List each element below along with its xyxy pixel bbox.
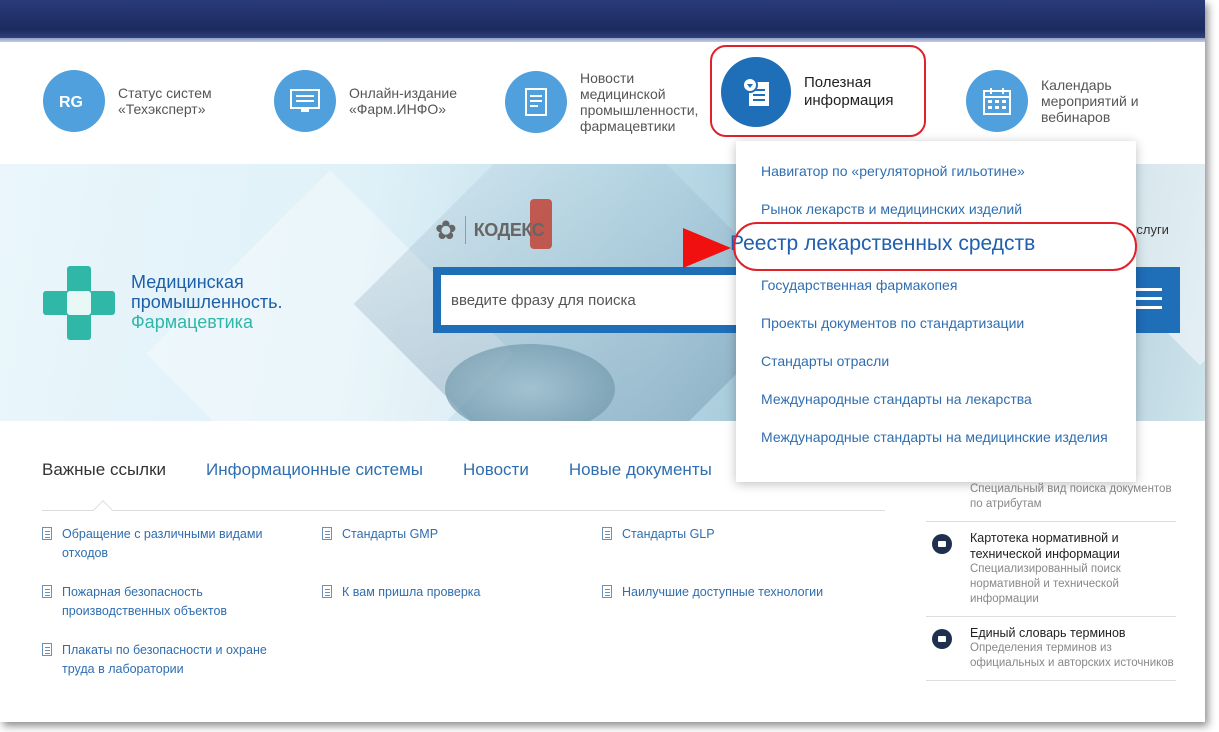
quick-link-farminfo[interactable]: Онлайн-издание «Фарм.ИНФО» [274,70,479,132]
kodeks-name: КОДЕКС [473,219,545,240]
catalog-icon [932,534,952,554]
tab-important-links[interactable]: Важные ссылки [42,460,166,480]
important-link-label: Обращение с различными видами отходов [62,527,263,560]
document-icon [42,527,52,540]
dictionary-icon [932,629,952,649]
site-logo-icon[interactable] [43,266,115,340]
important-link-label: Стандарты GLP [622,527,715,541]
info-document-icon [721,57,791,127]
document-icon [505,71,567,133]
list-item-title: Картотека нормативной и технической инфо… [970,531,1120,561]
list-item-desc: Определения терминов из официальных и ав… [970,642,1174,669]
logo-line: промышленность. [131,292,283,312]
useful-info-dropdown: Навигатор по «регуляторной гильотине» Ры… [730,141,1136,482]
important-link[interactable]: Обращение с различными видами отходов [42,525,282,563]
list-item[interactable]: Единый словарь терминов Определения терм… [926,617,1176,681]
quick-link-news[interactable]: Новости медицинской промышленности, фарм… [505,70,710,134]
dropdown-item[interactable]: Международные стандарты на лекарства [761,390,1121,408]
list-item-desc: Специализированный поиск нормативной и т… [970,563,1121,605]
important-link-label: Наилучшие доступные технологии [622,585,824,599]
important-link[interactable]: К вам пришла проверка [322,583,562,602]
list-item[interactable]: Картотека нормативной и технической инфо… [926,522,1176,617]
document-icon [42,585,52,598]
document-icon [322,527,332,540]
tab-news[interactable]: Новости [463,460,529,480]
browser-frame: RG Статус систем «Техэксперт» Онлайн-изд… [0,0,1205,722]
important-link-label: Стандарты GMP [342,527,439,541]
tab-info-systems[interactable]: Информационные системы [206,460,423,480]
document-icon [42,643,52,656]
logo-line: Медицинская [131,272,244,292]
document-icon [322,585,332,598]
quick-link-label: Полезная информация [804,74,894,109]
tabs-divider [42,510,885,511]
document-icon [602,527,612,540]
list-item-title: Единый словарь терминов [970,626,1126,640]
important-link[interactable]: Пожарная безопасность производственных о… [42,583,282,621]
menu-icon[interactable] [1136,288,1162,310]
list-item[interactable]: Специальный вид поиска документов по атр… [926,482,1176,522]
dropdown-item[interactable]: Государственная фармакопея [761,276,1121,294]
content-tabs: Важные ссылки Информационные системы Нов… [42,460,712,480]
kodeks-logo: ✿ КОДЕКС [435,215,545,245]
quick-link-status[interactable]: RG Статус систем «Техэксперт» [43,70,238,132]
quick-link-label: Онлайн-издание «Фарм.ИНФО» [349,85,458,117]
important-link[interactable]: Стандарты GMP [322,525,562,544]
quick-link-label: Новости медицинской промышленности, фарм… [580,70,699,134]
quick-link-label: Статус систем «Техэксперт» [118,85,212,117]
svg-text:RG: RG [59,94,83,111]
active-tab-indicator [93,500,113,520]
dropdown-item[interactable]: Проекты документов по стандартизации [761,314,1121,332]
dropdown-item[interactable]: Международные стандарты на медицинские и… [761,428,1121,446]
rg-logo-icon: RG [43,70,105,132]
dropdown-item[interactable]: Рынок лекарств и медицинских изделий [761,200,1121,218]
logo-line: Фармацевтика [131,312,253,332]
dropdown-item[interactable]: Навигатор по «регуляторной гильотине» [761,162,1121,180]
pointer-arrow-icon [683,228,731,268]
site-logo-text[interactable]: Медицинская промышленность. Фармацевтика [131,272,283,332]
important-link-label: К вам пришла проверка [342,585,481,599]
kodeks-emblem-icon: ✿ [435,215,457,245]
calendar-icon [966,70,1028,132]
important-link[interactable]: Стандарты GLP [602,525,862,544]
list-item-desc: Специальный вид поиска документов по атр… [970,483,1172,510]
dropdown-item[interactable]: Стандарты отрасли [761,352,1121,370]
important-link[interactable]: Плакаты по безопасности и охране труда в… [42,641,292,679]
quick-link-calendar[interactable]: Календарь мероприятий и вебинаров [966,70,1151,132]
monitor-icon [274,70,336,132]
important-link-label: Пожарная безопасность производственных о… [62,585,228,618]
window-titlebar [0,0,1205,42]
quick-link-useful-info[interactable]: Полезная информация [721,57,914,127]
tab-new-documents[interactable]: Новые документы [569,460,712,480]
registry-highlight-oval [733,222,1137,271]
important-link-label: Плакаты по безопасности и охране труда в… [62,643,267,676]
important-link[interactable]: Наилучшие доступные технологии [602,583,862,602]
info-systems-list: Специальный вид поиска документов по атр… [926,482,1176,681]
quick-link-label: Календарь мероприятий и вебинаров [1041,77,1139,125]
document-icon [602,585,612,598]
